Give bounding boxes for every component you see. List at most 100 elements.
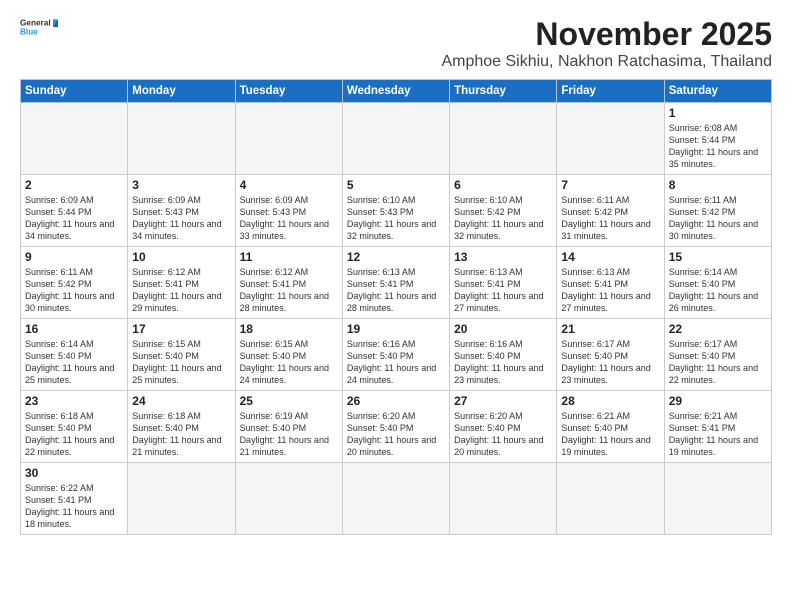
day-number: 30 bbox=[25, 466, 123, 480]
day-number: 28 bbox=[561, 394, 659, 408]
day-info: Sunrise: 6:13 AMSunset: 5:41 PMDaylight:… bbox=[561, 266, 659, 315]
weekday-header-thursday: Thursday bbox=[450, 80, 557, 103]
month-year-title: November 2025 bbox=[20, 16, 772, 53]
calendar-cell: 16Sunrise: 6:14 AMSunset: 5:40 PMDayligh… bbox=[21, 319, 128, 391]
calendar-cell: 25 Sunrise: 6:19 AMSunset: 5:40 PMDayligh… bbox=[235, 391, 342, 463]
day-info: Sunrise: 6:09 AMSunset: 5:44 PMDaylight:… bbox=[25, 194, 123, 243]
day-number: 27 bbox=[454, 394, 552, 408]
calendar-cell: 30 Sunrise: 6:22 AMSunset: 5:41 PMDayligh… bbox=[21, 463, 128, 535]
day-info: Sunrise: 6:22 AMSunset: 5:41 PMDaylight:… bbox=[25, 482, 123, 531]
day-number: 1 bbox=[669, 106, 767, 120]
day-info: Sunrise: 6:09 AMSunset: 5:43 PMDaylight:… bbox=[240, 194, 338, 243]
day-number: 2 bbox=[25, 178, 123, 192]
day-number: 5 bbox=[347, 178, 445, 192]
calendar-cell bbox=[128, 463, 235, 535]
day-number: 4 bbox=[240, 178, 338, 192]
calendar-cell bbox=[664, 463, 771, 535]
calendar-cell: 6Sunrise: 6:10 AMSunset: 5:42 PMDaylight… bbox=[450, 175, 557, 247]
day-info: Sunrise: 6:13 AMSunset: 5:41 PMDaylight:… bbox=[347, 266, 445, 315]
calendar-cell: 19 Sunrise: 6:16 AMSunset: 5:40 PMDayligh… bbox=[342, 319, 449, 391]
calendar-week-4: 23 Sunrise: 6:18 AMSunset: 5:40 PMDayligh… bbox=[21, 391, 772, 463]
calendar-cell: 1 Sunrise: 6:08 AMSunset: 5:44 PMDaylight… bbox=[664, 103, 771, 175]
calendar-header-row: SundayMondayTuesdayWednesdayThursdayFrid… bbox=[21, 80, 772, 103]
day-info: Sunrise: 6:17 AMSunset: 5:40 PMDaylight:… bbox=[561, 338, 659, 387]
day-number: 25 bbox=[240, 394, 338, 408]
calendar-week-1: 2 Sunrise: 6:09 AMSunset: 5:44 PMDaylight… bbox=[21, 175, 772, 247]
calendar-cell: 14 Sunrise: 6:13 AMSunset: 5:41 PMDayligh… bbox=[557, 247, 664, 319]
weekday-header-tuesday: Tuesday bbox=[235, 80, 342, 103]
day-info: Sunrise: 6:12 AMSunset: 5:41 PMDaylight:… bbox=[132, 266, 230, 315]
calendar-cell: 26Sunrise: 6:20 AMSunset: 5:40 PMDayligh… bbox=[342, 391, 449, 463]
location-subtitle: Amphoe Sikhiu, Nakhon Ratchasima, Thaila… bbox=[20, 53, 772, 71]
day-info: Sunrise: 6:14 AMSunset: 5:40 PMDaylight:… bbox=[25, 338, 123, 387]
day-info: Sunrise: 6:16 AMSunset: 5:40 PMDaylight:… bbox=[347, 338, 445, 387]
weekday-header-saturday: Saturday bbox=[664, 80, 771, 103]
calendar-cell bbox=[128, 103, 235, 175]
calendar-week-0: 1 Sunrise: 6:08 AMSunset: 5:44 PMDaylight… bbox=[21, 103, 772, 175]
calendar-table: SundayMondayTuesdayWednesdayThursdayFrid… bbox=[20, 79, 772, 535]
day-number: 18 bbox=[240, 322, 338, 336]
calendar-cell bbox=[450, 463, 557, 535]
day-info: Sunrise: 6:11 AMSunset: 5:42 PMDaylight:… bbox=[669, 194, 767, 243]
day-number: 7 bbox=[561, 178, 659, 192]
day-number: 20 bbox=[454, 322, 552, 336]
day-info: Sunrise: 6:18 AMSunset: 5:40 PMDaylight:… bbox=[132, 410, 230, 459]
calendar-week-3: 16Sunrise: 6:14 AMSunset: 5:40 PMDayligh… bbox=[21, 319, 772, 391]
calendar-cell: 3 Sunrise: 6:09 AMSunset: 5:43 PMDaylight… bbox=[128, 175, 235, 247]
calendar-cell bbox=[557, 103, 664, 175]
calendar-cell: 15Sunrise: 6:14 AMSunset: 5:40 PMDayligh… bbox=[664, 247, 771, 319]
calendar-cell: 27 Sunrise: 6:20 AMSunset: 5:40 PMDayligh… bbox=[450, 391, 557, 463]
day-number: 3 bbox=[132, 178, 230, 192]
day-number: 15 bbox=[669, 250, 767, 264]
header: November 2025 Amphoe Sikhiu, Nakhon Ratc… bbox=[20, 16, 772, 71]
calendar-cell bbox=[450, 103, 557, 175]
day-info: Sunrise: 6:19 AMSunset: 5:40 PMDaylight:… bbox=[240, 410, 338, 459]
weekday-header-wednesday: Wednesday bbox=[342, 80, 449, 103]
weekday-header-sunday: Sunday bbox=[21, 80, 128, 103]
calendar-cell: 22 Sunrise: 6:17 AMSunset: 5:40 PMDayligh… bbox=[664, 319, 771, 391]
calendar-cell bbox=[235, 103, 342, 175]
day-info: Sunrise: 6:20 AMSunset: 5:40 PMDaylight:… bbox=[454, 410, 552, 459]
calendar-cell: 8 Sunrise: 6:11 AMSunset: 5:42 PMDaylight… bbox=[664, 175, 771, 247]
day-info: Sunrise: 6:12 AMSunset: 5:41 PMDaylight:… bbox=[240, 266, 338, 315]
day-info: Sunrise: 6:11 AMSunset: 5:42 PMDaylight:… bbox=[25, 266, 123, 315]
day-number: 23 bbox=[25, 394, 123, 408]
day-info: Sunrise: 6:13 AMSunset: 5:41 PMDaylight:… bbox=[454, 266, 552, 315]
calendar-cell bbox=[342, 463, 449, 535]
calendar-cell: 20Sunrise: 6:16 AMSunset: 5:40 PMDayligh… bbox=[450, 319, 557, 391]
svg-text:General: General bbox=[20, 19, 51, 28]
calendar-cell: 2 Sunrise: 6:09 AMSunset: 5:44 PMDaylight… bbox=[21, 175, 128, 247]
calendar-week-2: 9 Sunrise: 6:11 AMSunset: 5:42 PMDaylight… bbox=[21, 247, 772, 319]
day-number: 21 bbox=[561, 322, 659, 336]
day-number: 9 bbox=[25, 250, 123, 264]
day-number: 12 bbox=[347, 250, 445, 264]
day-info: Sunrise: 6:09 AMSunset: 5:43 PMDaylight:… bbox=[132, 194, 230, 243]
day-info: Sunrise: 6:20 AMSunset: 5:40 PMDaylight:… bbox=[347, 410, 445, 459]
day-info: Sunrise: 6:08 AMSunset: 5:44 PMDaylight:… bbox=[669, 122, 767, 171]
day-number: 22 bbox=[669, 322, 767, 336]
calendar-cell: 24Sunrise: 6:18 AMSunset: 5:40 PMDayligh… bbox=[128, 391, 235, 463]
day-number: 11 bbox=[240, 250, 338, 264]
day-info: Sunrise: 6:15 AMSunset: 5:40 PMDaylight:… bbox=[132, 338, 230, 387]
weekday-header-friday: Friday bbox=[557, 80, 664, 103]
day-info: Sunrise: 6:11 AMSunset: 5:42 PMDaylight:… bbox=[561, 194, 659, 243]
day-number: 13 bbox=[454, 250, 552, 264]
day-info: Sunrise: 6:17 AMSunset: 5:40 PMDaylight:… bbox=[669, 338, 767, 387]
logo-icon: General Blue bbox=[20, 16, 58, 38]
weekday-header-monday: Monday bbox=[128, 80, 235, 103]
day-number: 8 bbox=[669, 178, 767, 192]
calendar-cell: 13 Sunrise: 6:13 AMSunset: 5:41 PMDayligh… bbox=[450, 247, 557, 319]
calendar-cell: 18Sunrise: 6:15 AMSunset: 5:40 PMDayligh… bbox=[235, 319, 342, 391]
day-number: 17 bbox=[132, 322, 230, 336]
calendar-cell: 17 Sunrise: 6:15 AMSunset: 5:40 PMDayligh… bbox=[128, 319, 235, 391]
calendar-cell: 4 Sunrise: 6:09 AMSunset: 5:43 PMDaylight… bbox=[235, 175, 342, 247]
calendar-cell: 23Sunrise: 6:18 AMSunset: 5:40 PMDayligh… bbox=[21, 391, 128, 463]
logo: General Blue bbox=[20, 16, 58, 38]
calendar-week-5: 30 Sunrise: 6:22 AMSunset: 5:41 PMDayligh… bbox=[21, 463, 772, 535]
day-number: 19 bbox=[347, 322, 445, 336]
day-number: 14 bbox=[561, 250, 659, 264]
calendar-cell: 21 Sunrise: 6:17 AMSunset: 5:40 PMDayligh… bbox=[557, 319, 664, 391]
calendar-cell: 9 Sunrise: 6:11 AMSunset: 5:42 PMDaylight… bbox=[21, 247, 128, 319]
day-info: Sunrise: 6:10 AMSunset: 5:42 PMDaylight:… bbox=[454, 194, 552, 243]
calendar-cell: 12 Sunrise: 6:13 AMSunset: 5:41 PMDayligh… bbox=[342, 247, 449, 319]
